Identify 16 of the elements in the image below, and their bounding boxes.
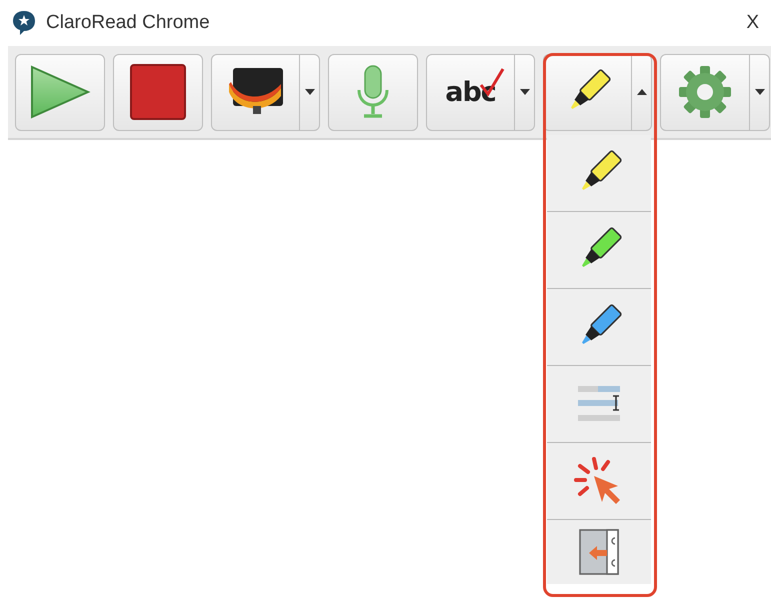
stop-button[interactable] (113, 54, 203, 130)
window-title: ClaroRead Chrome (46, 12, 211, 34)
stop-icon (130, 64, 186, 120)
settings-button[interactable] (660, 54, 770, 130)
play-button[interactable] (15, 54, 105, 130)
spellcheck-button[interactable]: abc (426, 54, 535, 130)
highlight-button[interactable] (543, 54, 652, 130)
screen-button[interactable] (211, 54, 320, 130)
chat-bubble-icon (12, 10, 36, 36)
microphone-button[interactable] (328, 54, 418, 130)
close-button[interactable]: X (746, 12, 759, 34)
play-icon (29, 65, 91, 119)
spellcheck-label: abc (445, 76, 496, 108)
exit-panel-icon (579, 529, 619, 575)
settings-icon (677, 64, 733, 120)
microphone-icon (356, 64, 390, 120)
